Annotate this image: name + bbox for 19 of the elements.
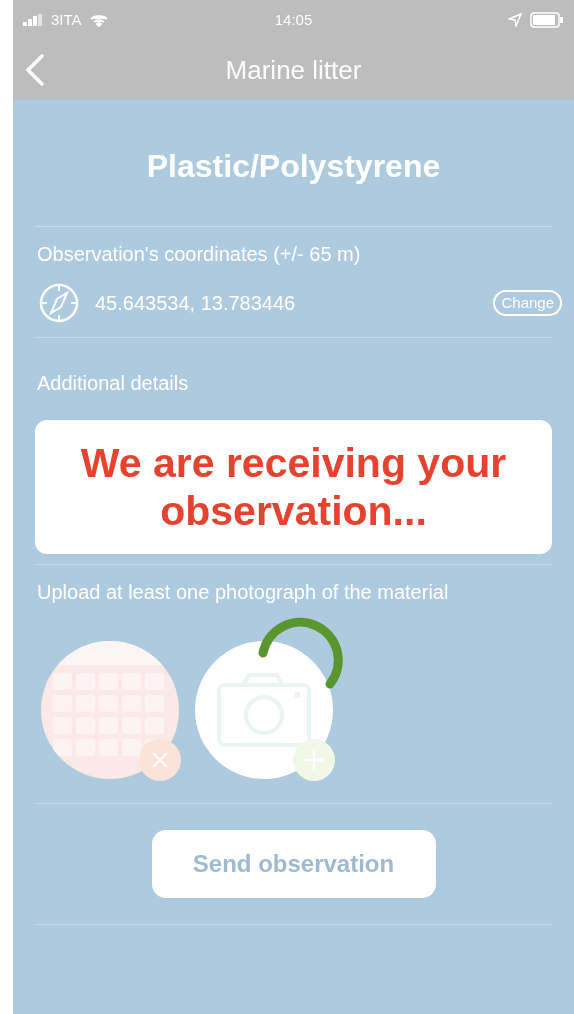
location-arrow-icon (508, 13, 522, 27)
coordinates-value: 45.643534, 13.783446 (95, 291, 297, 316)
category-title: Plastic/Polystyrene (145, 147, 442, 186)
close-icon (151, 751, 169, 769)
details-label: Additional details (36, 371, 190, 396)
carrier-name: 3ITA (51, 9, 82, 30)
battery-icon (530, 12, 564, 28)
send-observation-button[interactable]: Send observation (151, 830, 436, 898)
wifi-icon (89, 13, 108, 27)
photo-upload-label: Upload at least one photograph of the material (36, 580, 450, 605)
coordinates-label: Observation's coordinates (+/- 65 m) (36, 242, 362, 267)
remove-photo-button[interactable] (139, 739, 181, 781)
compass-icon (39, 283, 79, 323)
signal-icon (23, 14, 43, 26)
change-button[interactable]: Change (493, 289, 562, 317)
screen-title: Marine litter (225, 53, 362, 87)
back-icon[interactable] (25, 54, 45, 86)
clock-time: 14:05 (273, 9, 314, 30)
loading-message: We are receiving your observation... (79, 438, 508, 536)
